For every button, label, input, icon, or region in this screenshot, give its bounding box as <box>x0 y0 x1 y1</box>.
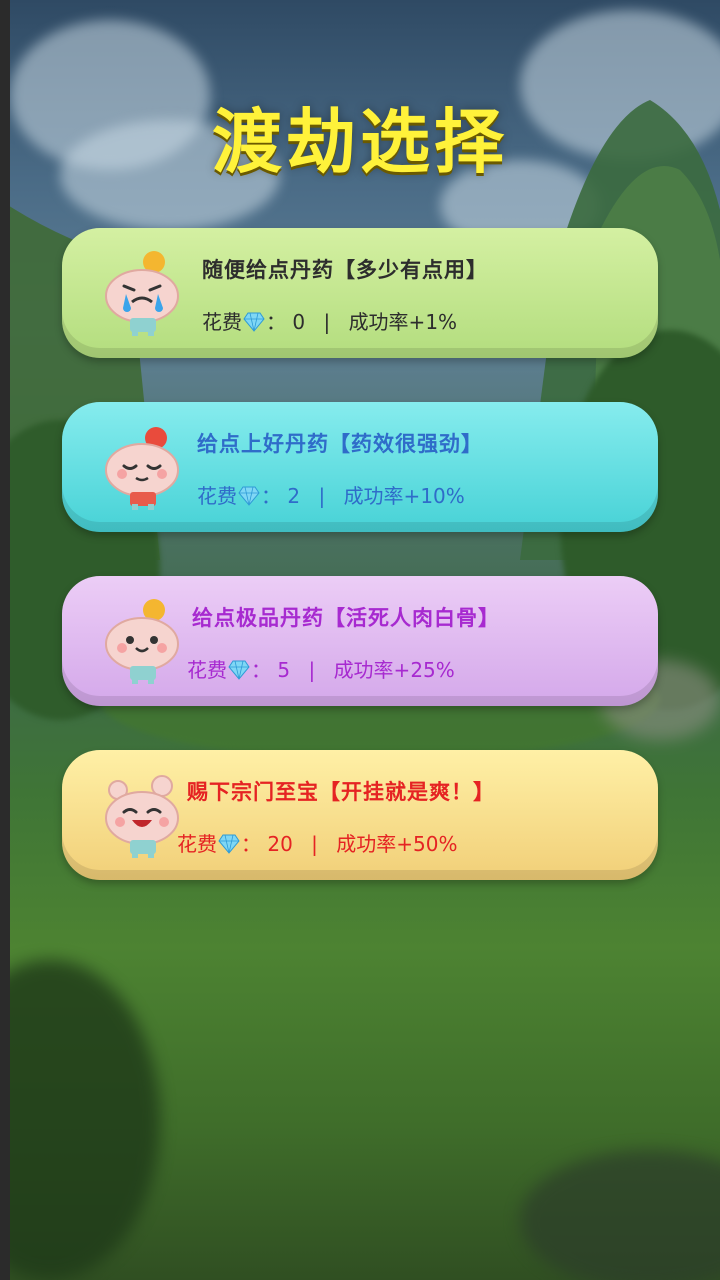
crying-face-icon <box>105 251 179 336</box>
separator: | <box>308 658 316 682</box>
option-card-premium-pill[interactable]: 给点极品丹药【活死人肉白骨】 花费 ： 5 | 成功率+25% <box>62 576 658 706</box>
colon: ： <box>266 310 286 334</box>
diamond-icon <box>243 312 265 332</box>
success-rate: 成功率+1% <box>348 310 458 334</box>
cost-value: 0 <box>292 310 306 334</box>
option-stats: 花费 ： 2 | 成功率+10% <box>197 480 465 509</box>
diamond-icon <box>228 660 250 680</box>
cost-value: 2 <box>287 484 301 508</box>
smile-face-icon <box>105 599 179 684</box>
option-stats: 花费 ： 0 | 成功率+1% <box>202 306 457 335</box>
page-title: 渡劫选择 <box>212 101 508 183</box>
left-edge-bar <box>0 0 10 1280</box>
success-rate: 成功率+25% <box>333 658 455 682</box>
success-rate: 成功率+50% <box>336 832 458 856</box>
diamond-icon <box>218 834 240 854</box>
separator: | <box>311 832 318 856</box>
colon: ： <box>251 658 271 682</box>
separator: | <box>323 310 331 334</box>
cost-label: 花费 <box>202 310 242 334</box>
cost-label: 花费 <box>187 658 227 682</box>
option-card-basic-pill[interactable]: 随便给点丹药【多少有点用】 花费 ： 0 | 成功率+1% <box>62 228 658 358</box>
option-card-sect-treasure[interactable]: 赐下宗门至宝【开挂就是爽！】 花费 ： 20 | 成功率+50% <box>62 750 658 880</box>
separator: | <box>318 484 326 508</box>
cost-label: 花费 <box>197 484 237 508</box>
cost-label: 花费 <box>177 832 217 856</box>
colon: ： <box>261 484 281 508</box>
option-name: 赐下宗门至宝【开挂就是爽！】 <box>187 780 495 804</box>
success-rate: 成功率+10% <box>343 484 465 508</box>
option-card-good-pill[interactable]: 给点上好丹药【药效很强劲】 花费 ： 2 | 成功率+10% <box>62 402 658 532</box>
option-stats: 花费 ： 20 | 成功率+50% <box>177 828 458 857</box>
option-name: 给点极品丹药【活死人肉白骨】 <box>192 606 500 630</box>
calm-face-icon <box>105 427 179 510</box>
colon: ： <box>241 832 261 856</box>
cost-value: 5 <box>277 658 291 682</box>
diamond-icon <box>238 486 260 506</box>
cost-value: 20 <box>267 832 293 856</box>
option-name: 给点上好丹药【药效很强劲】 <box>197 432 483 456</box>
option-name: 随便给点丹药【多少有点用】 <box>202 258 488 282</box>
option-stats: 花费 ： 5 | 成功率+25% <box>187 654 455 683</box>
